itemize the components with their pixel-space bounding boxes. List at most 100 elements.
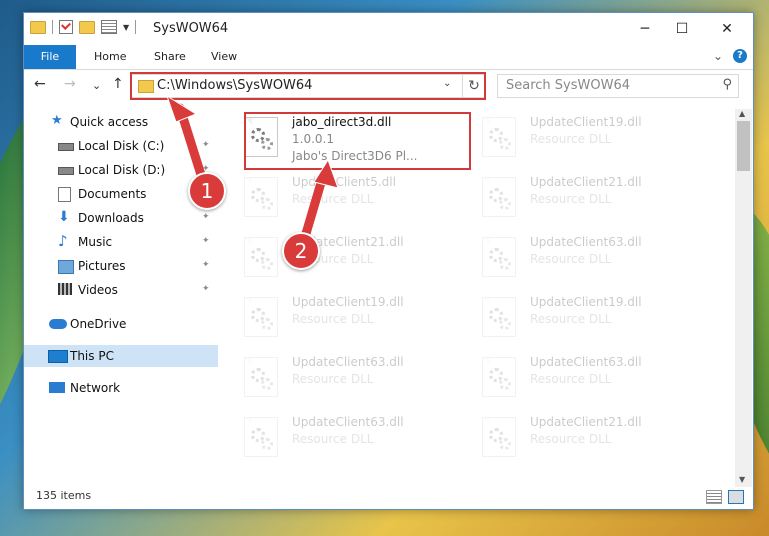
star-icon: ★ bbox=[51, 113, 63, 128]
ribbon-tabs: File Home Share View ⌄ ? bbox=[24, 45, 753, 70]
search-placeholder: Search SysWOW64 bbox=[506, 78, 630, 93]
tab-home[interactable]: Home bbox=[94, 45, 126, 69]
file-name: UpdateClient5.dll bbox=[292, 175, 396, 189]
back-button[interactable]: ← bbox=[34, 76, 46, 92]
dll-file-icon bbox=[244, 177, 278, 217]
file-item[interactable]: UpdateClient63.dll Resource DLL bbox=[244, 413, 474, 471]
scrollbar-thumb[interactable] bbox=[737, 121, 750, 171]
file-item[interactable]: UpdateClient5.dll Resource DLL bbox=[244, 173, 474, 231]
customize-toolbar-icon[interactable]: ▼ bbox=[123, 23, 129, 32]
sidebar-item-quick-access[interactable]: ★ Quick access bbox=[24, 111, 218, 133]
sidebar-item-label: Downloads bbox=[78, 211, 144, 225]
sidebar-item-label: This PC bbox=[70, 349, 114, 363]
recent-locations-button[interactable]: ⌄ bbox=[92, 79, 101, 92]
downloads-icon: ⬇ bbox=[58, 209, 70, 225]
up-button[interactable]: ↑ bbox=[112, 76, 124, 92]
sidebar-item-network[interactable]: Network bbox=[24, 377, 218, 399]
forward-button[interactable]: → bbox=[64, 76, 76, 92]
ribbon-controls: ⌄ ? bbox=[713, 49, 747, 63]
dll-file-icon bbox=[482, 417, 516, 457]
file-item[interactable]: UpdateClient63.dll Resource DLL bbox=[482, 353, 712, 411]
sidebar-item-this-pc[interactable]: This PC bbox=[24, 345, 218, 367]
properties-check-icon[interactable] bbox=[59, 20, 73, 34]
videos-icon bbox=[58, 283, 72, 295]
file-item[interactable]: UpdateClient21.dll Resource DLL bbox=[244, 233, 474, 291]
dll-file-icon bbox=[244, 417, 278, 457]
file-type: Resource DLL bbox=[530, 192, 612, 206]
file-name: UpdateClient19.dll bbox=[530, 115, 642, 129]
address-highlight-box bbox=[130, 72, 486, 100]
expand-ribbon-icon[interactable]: ⌄ bbox=[713, 49, 723, 63]
tab-share[interactable]: Share bbox=[154, 45, 186, 69]
sidebar-item-label: Pictures bbox=[78, 259, 126, 273]
quick-access-toolbar: ▼ bbox=[30, 20, 137, 34]
dll-file-icon bbox=[244, 297, 278, 337]
sidebar-item-videos[interactable]: Videos ✦ bbox=[24, 279, 218, 301]
file-type: Resource DLL bbox=[530, 132, 612, 146]
onedrive-icon bbox=[49, 319, 67, 329]
file-item[interactable]: UpdateClient63.dll Resource DLL bbox=[244, 353, 474, 411]
sidebar-item-local-disk-c[interactable]: Local Disk (C:) ✦ bbox=[24, 135, 218, 157]
explorer-window: ▼ SysWOW64 ─ ☐ ✕ File Home Share View ⌄ … bbox=[23, 12, 754, 510]
search-input[interactable]: Search SysWOW64 ⚲ bbox=[497, 74, 739, 98]
dll-file-icon bbox=[482, 237, 516, 277]
file-type: Resource DLL bbox=[530, 312, 612, 326]
large-icons-view-icon[interactable] bbox=[728, 490, 744, 504]
file-item[interactable]: UpdateClient21.dll Resource DLL bbox=[482, 413, 712, 471]
documents-icon bbox=[58, 187, 71, 202]
file-name: UpdateClient63.dll bbox=[292, 355, 404, 369]
sidebar-item-music[interactable]: ♪ Music ✦ bbox=[24, 231, 218, 253]
vertical-scrollbar[interactable]: ▲ ▼ bbox=[735, 109, 752, 487]
step-1-badge: 1 bbox=[188, 172, 226, 210]
drive-icon bbox=[58, 167, 74, 175]
scroll-up-icon[interactable]: ▲ bbox=[739, 109, 745, 118]
sidebar-item-downloads[interactable]: ⬇ Downloads ✦ bbox=[24, 207, 218, 229]
step-2-badge: 2 bbox=[282, 232, 320, 270]
file-item[interactable]: UpdateClient21.dll Resource DLL bbox=[482, 173, 712, 231]
sidebar-item-label: Music bbox=[78, 235, 113, 249]
file-item[interactable]: UpdateClient19.dll Resource DLL bbox=[482, 113, 712, 171]
maximize-button[interactable]: ☐ bbox=[664, 17, 700, 41]
dll-file-icon bbox=[482, 297, 516, 337]
drive-icon bbox=[58, 143, 74, 151]
sidebar-item-onedrive[interactable]: OneDrive bbox=[24, 313, 218, 335]
close-button[interactable]: ✕ bbox=[709, 17, 745, 41]
file-name: UpdateClient19.dll bbox=[292, 295, 404, 309]
sidebar-item-label: Documents bbox=[78, 187, 147, 201]
scroll-down-icon[interactable]: ▼ bbox=[739, 475, 745, 484]
file-highlight-box bbox=[244, 112, 471, 170]
sidebar-item-local-disk-d[interactable]: Local Disk (D:) ✦ bbox=[24, 159, 218, 181]
pin-icon: ✦ bbox=[202, 284, 210, 294]
dll-file-icon bbox=[244, 357, 278, 397]
properties-icon[interactable] bbox=[101, 20, 117, 34]
pin-icon: ✦ bbox=[202, 212, 210, 222]
details-view-icon[interactable] bbox=[706, 490, 722, 504]
divider bbox=[52, 20, 53, 34]
file-item[interactable]: UpdateClient19.dll Resource DLL bbox=[244, 293, 474, 351]
file-name: UpdateClient63.dll bbox=[530, 355, 642, 369]
file-type: Resource DLL bbox=[292, 432, 374, 446]
tab-file[interactable]: File bbox=[24, 45, 76, 69]
file-type: Resource DLL bbox=[292, 312, 374, 326]
dll-file-icon bbox=[482, 117, 516, 157]
network-icon bbox=[49, 382, 65, 393]
minimize-button[interactable]: ─ bbox=[627, 17, 663, 41]
file-item[interactable]: UpdateClient63.dll Resource DLL bbox=[482, 233, 712, 291]
pin-icon: ✦ bbox=[202, 236, 210, 246]
sidebar-item-pictures[interactable]: Pictures ✦ bbox=[24, 255, 218, 277]
sidebar-item-label: OneDrive bbox=[70, 317, 127, 331]
item-count: 135 items bbox=[36, 489, 92, 502]
file-type: Resource DLL bbox=[292, 372, 374, 386]
pin-icon: ✦ bbox=[202, 140, 210, 150]
pictures-icon bbox=[58, 260, 74, 274]
file-name: UpdateClient63.dll bbox=[292, 415, 404, 429]
tab-view[interactable]: View bbox=[211, 45, 237, 69]
new-folder-icon[interactable] bbox=[79, 20, 95, 34]
sidebar-item-label: Videos bbox=[78, 283, 118, 297]
navigation-pane: ★ Quick access Local Disk (C:) ✦ Local D… bbox=[24, 109, 218, 471]
file-item[interactable]: UpdateClient19.dll Resource DLL bbox=[482, 293, 712, 351]
file-type: Resource DLL bbox=[530, 372, 612, 386]
sidebar-item-label: Local Disk (D:) bbox=[78, 163, 166, 177]
divider bbox=[135, 20, 137, 34]
help-icon[interactable]: ? bbox=[733, 49, 747, 63]
